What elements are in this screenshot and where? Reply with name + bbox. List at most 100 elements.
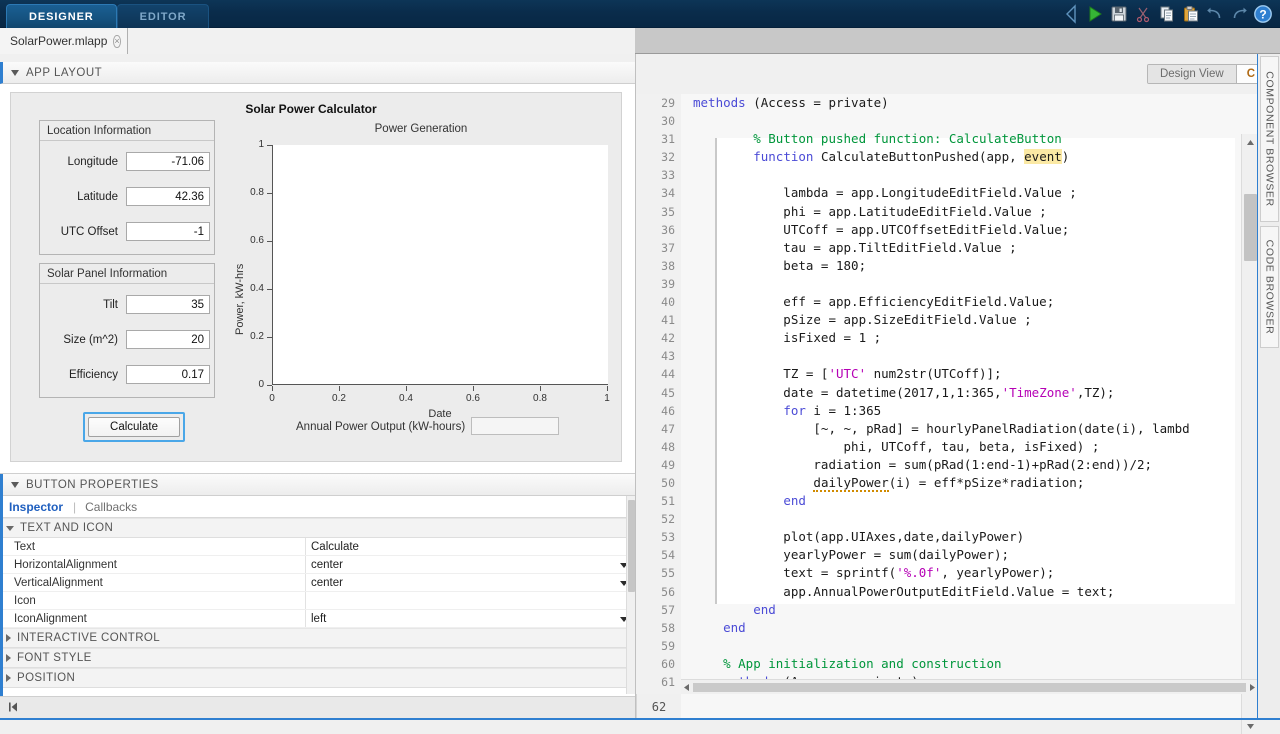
code-line[interactable]: tau = app.TiltEditField.Value ; (681, 239, 1235, 257)
code-line[interactable]: yearlyPower = sum(dailyPower); (681, 546, 1235, 564)
code-text-area[interactable]: methods (Access = private) % Button push… (681, 94, 1235, 694)
close-icon[interactable]: × (113, 35, 120, 48)
property-value-icon[interactable] (305, 592, 635, 609)
design-view-button[interactable]: Design View (1148, 65, 1237, 83)
x-tick (473, 386, 474, 391)
code-line[interactable] (681, 275, 1235, 293)
code-line[interactable]: app.AnnualPowerOutputEditField.Value = t… (681, 583, 1235, 601)
code-line[interactable]: dailyPower(i) = eff*pSize*radiation; (681, 474, 1235, 492)
annual-power-output-input[interactable] (471, 417, 559, 435)
vertical-tab-component-browser[interactable]: COMPONENT BROWSER (1260, 56, 1279, 222)
code-line[interactable]: radiation = sum(pRad(1:end-1)+pRad(2:end… (681, 456, 1235, 474)
code-line[interactable] (681, 112, 1235, 130)
tab-callbacks[interactable]: Callbacks (85, 500, 145, 514)
cut-icon[interactable] (1132, 3, 1154, 25)
code-line[interactable] (681, 510, 1235, 528)
code-line[interactable]: beta = 180; (681, 257, 1235, 275)
save-icon[interactable] (1108, 3, 1130, 25)
latitude-input[interactable]: 42.36 (126, 187, 210, 206)
property-row-verticalalignment[interactable]: VerticalAlignment center (0, 574, 635, 592)
code-line[interactable]: plot(app.UIAxes,date,dailyPower) (681, 528, 1235, 546)
group-solar-panel-information[interactable]: Solar Panel Information Tilt 35 Size (m^… (39, 263, 215, 398)
code-line[interactable]: TZ = ['UTC' num2str(UTCoff)]; (681, 365, 1235, 383)
tab-inspector[interactable]: Inspector (9, 500, 71, 514)
code-line[interactable] (681, 166, 1235, 184)
chevron-down-icon[interactable] (11, 70, 19, 76)
scroll-right-icon[interactable] (1249, 680, 1256, 695)
size-input[interactable]: 20 (126, 330, 210, 349)
property-value-text[interactable]: Calculate (305, 538, 635, 555)
section-position[interactable]: POSITION (0, 668, 635, 688)
scroll-to-start-icon[interactable] (7, 701, 21, 716)
code-line[interactable]: end (681, 619, 1235, 637)
property-row-text[interactable]: Text Calculate (0, 538, 635, 556)
undo-icon[interactable] (1204, 3, 1226, 25)
calculate-button-selection[interactable]: Calculate (83, 412, 185, 442)
help-icon[interactable]: ? (1252, 3, 1274, 25)
code-line[interactable]: % App initialization and construction (681, 655, 1235, 673)
code-line[interactable]: UTCoff = app.UTCOffsetEditField.Value; (681, 221, 1235, 239)
chevron-down-icon[interactable] (11, 482, 19, 488)
code-line[interactable]: text = sprintf('%.0f', yearlyPower); (681, 564, 1235, 582)
code-line[interactable]: phi = app.LatitudeEditField.Value ; (681, 203, 1235, 221)
code-line[interactable]: eff = app.EfficiencyEditField.Value; (681, 293, 1235, 311)
property-row-icon[interactable]: Icon (0, 592, 635, 610)
code-line[interactable]: [~, ~, pRad] = hourlyPanelRadiation(date… (681, 420, 1235, 438)
run-icon[interactable] (1084, 3, 1106, 25)
scroll-left-icon[interactable] (683, 680, 690, 695)
document-tab-solarpower[interactable]: SolarPower.mlapp × (0, 28, 128, 54)
code-line[interactable]: function CalculateButtonPushed(app, even… (681, 148, 1235, 166)
chevron-down-icon[interactable] (6, 526, 14, 531)
code-vertical-scrollbar[interactable] (1241, 134, 1258, 734)
section-text-and-icon[interactable]: TEXT AND ICON (0, 518, 635, 538)
app-layout-header[interactable]: APP LAYOUT (0, 62, 635, 84)
section-interactive-control[interactable]: INTERACTIVE CONTROL (0, 628, 635, 648)
code-line[interactable] (681, 637, 1235, 655)
copy-icon[interactable] (1156, 3, 1178, 25)
code-line[interactable]: lambda = app.LongitudeEditField.Value ; (681, 184, 1235, 202)
code-line[interactable]: end (681, 492, 1235, 510)
code-line[interactable] (681, 347, 1235, 365)
group-location-information[interactable]: Location Information Longitude -71.06 La… (39, 120, 215, 255)
utc-offset-input[interactable]: -1 (126, 222, 210, 241)
code-line[interactable]: % Button pushed function: CalculateButto… (681, 130, 1235, 148)
redo-icon[interactable] (1228, 3, 1250, 25)
chevron-right-icon[interactable] (6, 654, 11, 662)
ribbon-tab-designer[interactable]: DESIGNER (6, 4, 117, 28)
chevron-right-icon[interactable] (6, 674, 11, 682)
code-line[interactable]: end (681, 601, 1235, 619)
right-tool-rail: COMPONENT BROWSER CODE BROWSER (1257, 54, 1280, 720)
properties-scrollbar[interactable] (626, 496, 635, 694)
ribbon-tab-editor[interactable]: EDITOR (117, 4, 210, 28)
property-value-iconalignment[interactable]: left (305, 610, 635, 627)
property-value-verticalalignment[interactable]: center (305, 574, 635, 591)
app-canvas[interactable]: Solar Power Calculator Location Informat… (10, 92, 622, 462)
section-font-style[interactable]: FONT STYLE (0, 648, 635, 668)
efficiency-input[interactable]: 0.17 (126, 365, 210, 384)
document-tab-label: SolarPower.mlapp (10, 34, 107, 48)
property-row-horizontalalignment[interactable]: HorizontalAlignment center (0, 556, 635, 574)
code-scrollbar-thumb[interactable] (1244, 194, 1257, 261)
property-row-iconalignment[interactable]: IconAlignment left (0, 610, 635, 628)
tilt-input[interactable]: 35 (126, 295, 210, 314)
longitude-input[interactable]: -71.06 (126, 152, 210, 171)
paste-icon[interactable] (1180, 3, 1202, 25)
code-line[interactable]: phi, UTCoff, tau, beta, isFixed) ; (681, 438, 1235, 456)
code-line[interactable]: pSize = app.SizeEditField.Value ; (681, 311, 1235, 329)
code-line[interactable]: date = datetime(2017,1,1:365,'TimeZone',… (681, 384, 1235, 402)
code-line[interactable]: for i = 1:365 (681, 402, 1235, 420)
vertical-tab-code-browser[interactable]: CODE BROWSER (1260, 226, 1279, 348)
property-value-horizontalalignment[interactable]: center (305, 556, 635, 573)
toolbar-collapse-arrow-icon[interactable] (1064, 3, 1080, 25)
chevron-right-icon[interactable] (6, 634, 11, 642)
code-line[interactable]: methods (Access = private) (681, 94, 1235, 112)
code-horizontal-scrollbar[interactable] (681, 679, 1258, 694)
calculate-button[interactable]: Calculate (88, 417, 180, 437)
button-properties-header[interactable]: BUTTON PROPERTIES (0, 474, 635, 496)
code-horizontal-scrollbar-thumb[interactable] (693, 683, 1246, 692)
properties-scrollbar-thumb[interactable] (628, 500, 635, 592)
ui-axes[interactable]: Power Generation 1 0.8 0.6 0.4 0.2 0 (226, 121, 616, 401)
scroll-down-icon[interactable] (1242, 718, 1259, 734)
code-editor[interactable]: 2930313233343536373839404142434445464748… (636, 94, 1258, 694)
code-line[interactable]: isFixed = 1 ; (681, 329, 1235, 347)
